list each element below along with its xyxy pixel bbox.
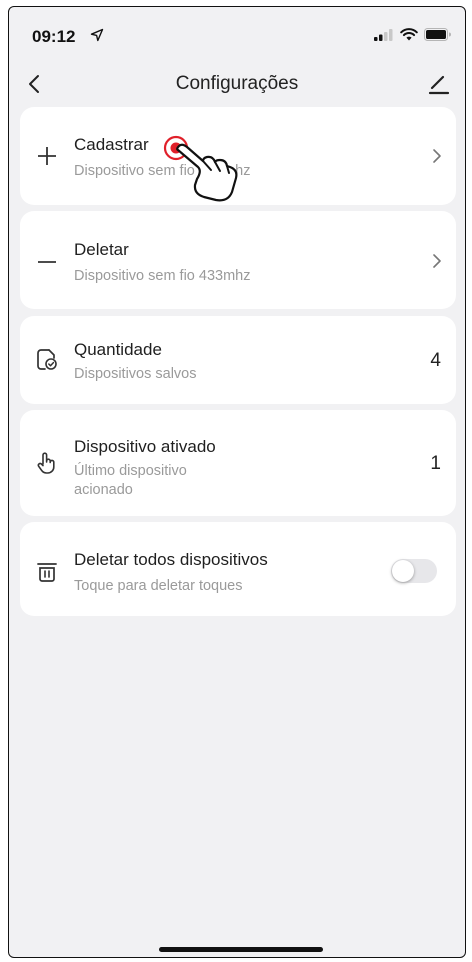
chevron-right-icon: [433, 149, 441, 163]
edit-pencil-icon[interactable]: [425, 71, 451, 97]
settings-item-subtitle-line1: Último dispositivo: [74, 463, 187, 479]
settings-item-label: Deletar todos dispositivos: [74, 550, 268, 569]
settings-item-quantidade: Quantidade Dispositivos salvos 4: [20, 316, 456, 404]
settings-item-deletar[interactable]: Deletar Dispositivo sem fio 433mhz: [20, 211, 456, 309]
settings-item-subtitle-line2: acionado: [74, 482, 133, 498]
settings-item-label: Cadastrar: [74, 135, 149, 154]
status-time: 09:12: [32, 27, 76, 46]
settings-item-deletar-todos: Deletar todos dispositivos Toque para de…: [20, 522, 456, 616]
nav-bar: Configurações: [9, 63, 465, 107]
settings-item-subtitle: Dispositivo sem fio 433mhz: [74, 268, 251, 284]
saved-devices-icon: [37, 349, 57, 370]
tap-hand-icon: [37, 452, 55, 474]
plus-icon: [38, 147, 56, 165]
activated-device-number: 1: [430, 453, 441, 474]
minus-icon: [38, 261, 56, 263]
settings-item-subtitle: Toque para deletar toques: [74, 578, 243, 594]
settings-item-subtitle: Dispositivos salvos: [74, 366, 197, 382]
settings-item-label: Quantidade: [74, 340, 162, 359]
page-title: Configurações: [175, 73, 299, 94]
battery-icon: [424, 28, 451, 41]
wifi-icon: [400, 28, 418, 41]
home-indicator[interactable]: [159, 947, 323, 952]
cellular-signal-icon: [374, 28, 393, 41]
chevron-right-icon: [433, 254, 441, 268]
location-arrow-icon: [90, 28, 104, 42]
settings-item-label: Deletar: [74, 240, 129, 259]
settings-item-label: Dispositivo ativado: [74, 437, 216, 456]
status-icons: [374, 28, 451, 41]
settings-item-dispositivo-ativado: Dispositivo ativado Último dispositivo a…: [20, 410, 456, 516]
status-bar: 09:12: [9, 7, 465, 59]
toggle-knob: [392, 560, 414, 582]
phone-screen: 09:12 Configurações Cadastrar Dispositiv…: [8, 6, 466, 958]
saved-devices-count: 4: [430, 350, 441, 371]
delete-all-toggle[interactable]: [391, 559, 437, 583]
trash-icon: [37, 563, 57, 582]
tap-pointer-icon: [163, 135, 238, 202]
